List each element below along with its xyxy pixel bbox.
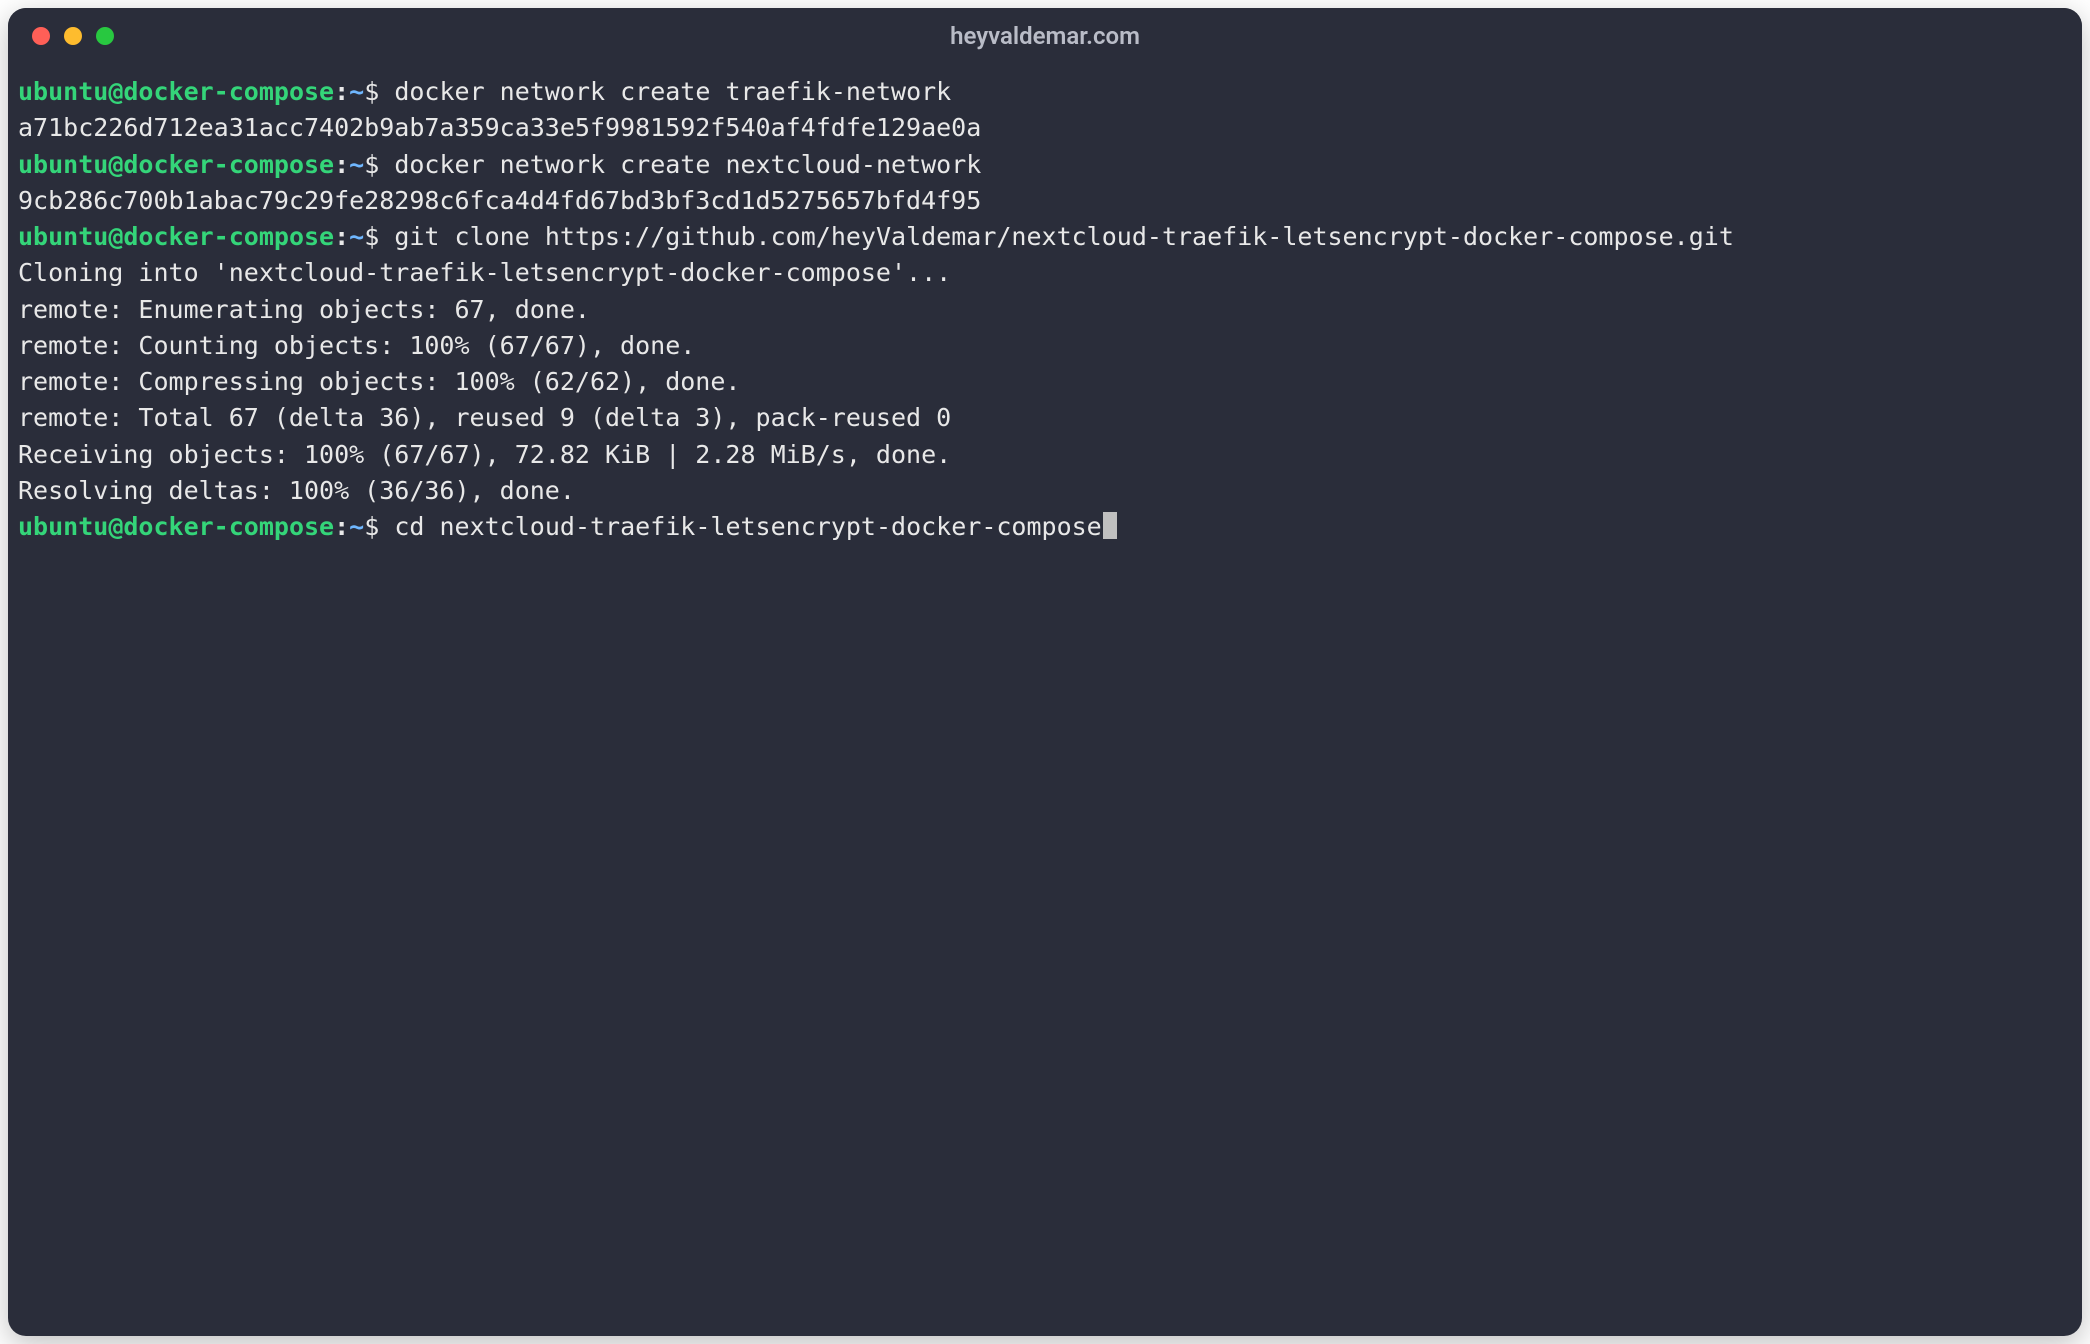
prompt-at: @ [108,150,123,179]
output-text: a71bc226d712ea31acc7402b9ab7a359ca33e5f9… [18,113,981,142]
prompt-line: ubuntu@docker-compose:~$ git clone https… [18,219,2072,255]
output-text: remote: Compressing objects: 100% (62/62… [18,367,740,396]
output-line: remote: Total 67 (delta 36), reused 9 (d… [18,400,2072,436]
prompt-colon: : [334,222,349,251]
prompt-path: ~ [349,222,364,251]
output-text: remote: Counting objects: 100% (67/67), … [18,331,695,360]
prompt-dollar: $ [364,512,394,541]
prompt-colon: : [334,150,349,179]
prompt-user: ubuntu [18,512,108,541]
terminal-window: heyvaldemar.com ubuntu@docker-compose:~$… [8,8,2082,1336]
window-controls [8,27,114,45]
cursor-icon [1103,512,1117,539]
terminal-body[interactable]: ubuntu@docker-compose:~$ docker network … [8,64,2082,1336]
prompt-at: @ [108,512,123,541]
output-text: Cloning into 'nextcloud-traefik-letsencr… [18,258,951,287]
minimize-icon[interactable] [64,27,82,45]
output-text: remote: Enumerating objects: 67, done. [18,295,590,324]
command-text: docker network create nextcloud-network [394,150,981,179]
prompt-path: ~ [349,77,364,106]
prompt-line: ubuntu@docker-compose:~$ docker network … [18,74,2072,110]
prompt-path: ~ [349,150,364,179]
output-line: 9cb286c700b1abac79c29fe28298c6fca4d4fd67… [18,183,2072,219]
close-icon[interactable] [32,27,50,45]
prompt-at: @ [108,77,123,106]
prompt-colon: : [334,77,349,106]
output-text: 9cb286c700b1abac79c29fe28298c6fca4d4fd67… [18,186,981,215]
prompt-dollar: $ [364,222,394,251]
prompt-user: ubuntu [18,222,108,251]
output-line: Resolving deltas: 100% (36/36), done. [18,473,2072,509]
prompt-at: @ [108,222,123,251]
prompt-line: ubuntu@docker-compose:~$ cd nextcloud-tr… [18,509,2072,545]
window-title: heyvaldemar.com [8,22,2082,50]
prompt-host: docker-compose [123,512,334,541]
output-text: remote: Total 67 (delta 36), reused 9 (d… [18,403,951,432]
prompt-line: ubuntu@docker-compose:~$ docker network … [18,147,2072,183]
zoom-icon[interactable] [96,27,114,45]
output-line: remote: Counting objects: 100% (67/67), … [18,328,2072,364]
output-line: a71bc226d712ea31acc7402b9ab7a359ca33e5f9… [18,110,2072,146]
prompt-host: docker-compose [123,222,334,251]
output-text: Resolving deltas: 100% (36/36), done. [18,476,575,505]
output-line: remote: Compressing objects: 100% (62/62… [18,364,2072,400]
prompt-path: ~ [349,512,364,541]
command-text: git clone https://github.com/heyValdemar… [394,222,1734,251]
output-text: Receiving objects: 100% (67/67), 72.82 K… [18,440,951,469]
output-line: remote: Enumerating objects: 67, done. [18,292,2072,328]
titlebar: heyvaldemar.com [8,8,2082,64]
prompt-colon: : [334,512,349,541]
command-text: docker network create traefik-network [394,77,951,106]
prompt-user: ubuntu [18,77,108,106]
prompt-user: ubuntu [18,150,108,179]
output-line: Receiving objects: 100% (67/67), 72.82 K… [18,437,2072,473]
command-text: cd nextcloud-traefik-letsencrypt-docker-… [394,512,1101,541]
prompt-host: docker-compose [123,77,334,106]
prompt-dollar: $ [364,77,394,106]
prompt-host: docker-compose [123,150,334,179]
output-line: Cloning into 'nextcloud-traefik-letsencr… [18,255,2072,291]
prompt-dollar: $ [364,150,394,179]
